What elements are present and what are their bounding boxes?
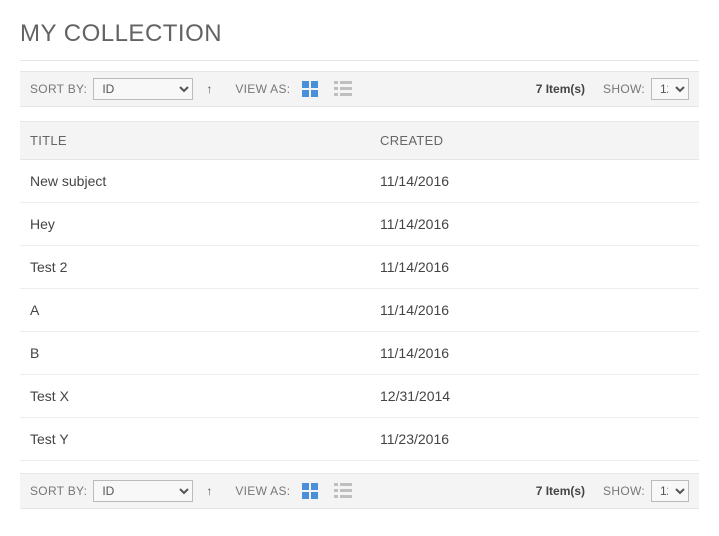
show-label: SHOW: xyxy=(603,82,645,96)
show-label: SHOW: xyxy=(603,484,645,498)
cell-title: A xyxy=(30,302,380,318)
view-grid-icon[interactable] xyxy=(302,81,320,97)
col-header-title[interactable]: TITLE xyxy=(30,133,380,148)
sort-direction-button[interactable]: ↑ xyxy=(201,483,217,499)
table-row[interactable]: Test Y11/23/2016 xyxy=(20,418,699,461)
cell-created: 11/14/2016 xyxy=(380,216,689,232)
show-select[interactable]: 12 xyxy=(651,480,689,502)
cell-title: New subject xyxy=(30,173,380,189)
view-as-label: VIEW AS: xyxy=(235,82,290,96)
sort-by-select[interactable]: ID xyxy=(93,78,193,100)
table-row[interactable]: Hey11/14/2016 xyxy=(20,203,699,246)
cell-title: Hey xyxy=(30,216,380,232)
view-list-icon[interactable] xyxy=(334,483,352,499)
toolbar-top: SORT BY: ID ↑ VIEW AS: 7 Item(s) SHOW: 1… xyxy=(20,71,699,107)
sort-direction-button[interactable]: ↑ xyxy=(201,81,217,97)
cell-created: 11/14/2016 xyxy=(380,173,689,189)
cell-created: 11/14/2016 xyxy=(380,302,689,318)
show-select[interactable]: 12 xyxy=(651,78,689,100)
table-row[interactable]: A11/14/2016 xyxy=(20,289,699,332)
sort-by-label: SORT BY: xyxy=(30,82,87,96)
view-grid-icon[interactable] xyxy=(302,483,320,499)
item-count: 7 Item(s) xyxy=(536,484,585,498)
collection-table: TITLE CREATED New subject11/14/2016Hey11… xyxy=(20,121,699,461)
page-title: MY COLLECTION xyxy=(20,20,699,61)
cell-created: 11/23/2016 xyxy=(380,431,689,447)
view-as-label: VIEW AS: xyxy=(235,484,290,498)
table-header: TITLE CREATED xyxy=(20,121,699,160)
view-list-icon[interactable] xyxy=(334,81,352,97)
cell-title: Test X xyxy=(30,388,380,404)
table-row[interactable]: Test X12/31/2014 xyxy=(20,375,699,418)
cell-created: 12/31/2014 xyxy=(380,388,689,404)
toolbar-bottom: SORT BY: ID ↑ VIEW AS: 7 Item(s) SHOW: 1… xyxy=(20,473,699,509)
cell-title: B xyxy=(30,345,380,361)
cell-created: 11/14/2016 xyxy=(380,345,689,361)
sort-by-select[interactable]: ID xyxy=(93,480,193,502)
cell-created: 11/14/2016 xyxy=(380,259,689,275)
table-row[interactable]: New subject11/14/2016 xyxy=(20,160,699,203)
cell-title: Test Y xyxy=(30,431,380,447)
sort-by-label: SORT BY: xyxy=(30,484,87,498)
col-header-created[interactable]: CREATED xyxy=(380,133,689,148)
item-count: 7 Item(s) xyxy=(536,82,585,96)
cell-title: Test 2 xyxy=(30,259,380,275)
table-row[interactable]: B11/14/2016 xyxy=(20,332,699,375)
table-row[interactable]: Test 211/14/2016 xyxy=(20,246,699,289)
